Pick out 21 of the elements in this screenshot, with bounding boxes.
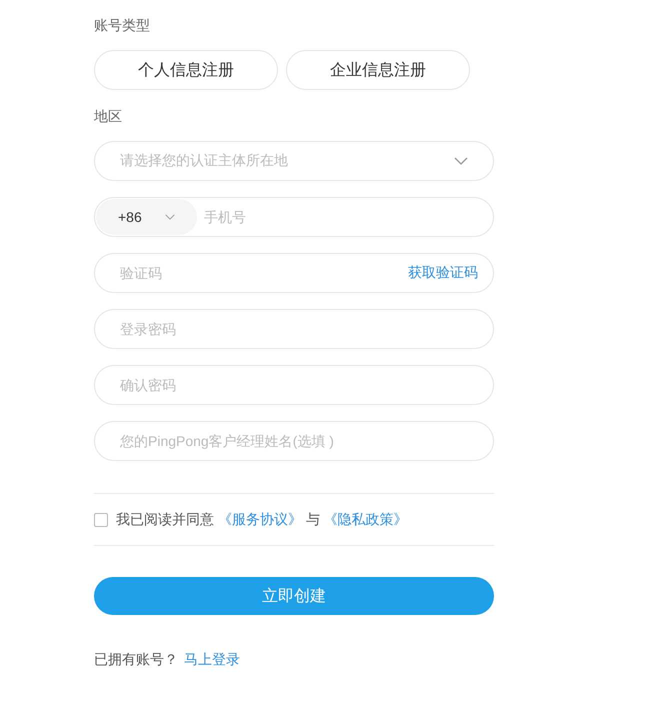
login-link[interactable]: 马上登录: [184, 649, 240, 669]
agreement-text: 我已阅读并同意 《服务协议》 与 《隐私政策》: [116, 510, 408, 528]
country-code-select[interactable]: +86: [96, 199, 197, 235]
create-button[interactable]: 立即创建: [94, 577, 494, 615]
chevron-down-icon: [454, 157, 468, 165]
chevron-down-icon: [164, 214, 175, 220]
account-type-option[interactable]: 企业信息注册: [286, 50, 470, 90]
checkbox[interactable]: [94, 512, 108, 526]
text-field[interactable]: 您的PingPong客户经理姓名(选填 ): [94, 421, 494, 461]
password-field[interactable]: 登录密码: [94, 309, 494, 349]
account-type-label: 账号类型: [94, 16, 151, 35]
password-field[interactable]: 确认密码: [94, 365, 494, 405]
region-label: 地区: [94, 107, 123, 126]
agreement-link[interactable]: 《服务协议》: [218, 510, 302, 526]
region-select[interactable]: 请选择您的认证主体所在地: [94, 141, 494, 181]
phone-field[interactable]: +86 手机号: [94, 197, 494, 237]
code-field[interactable]: 验证码 获取验证码: [94, 253, 494, 293]
account-type-option[interactable]: 个人信息注册: [94, 50, 278, 90]
agreement-link[interactable]: 《隐私政策》: [324, 510, 408, 526]
get-code-link[interactable]: 获取验证码: [408, 264, 478, 282]
login-prompt: 已拥有账号？: [94, 650, 178, 669]
